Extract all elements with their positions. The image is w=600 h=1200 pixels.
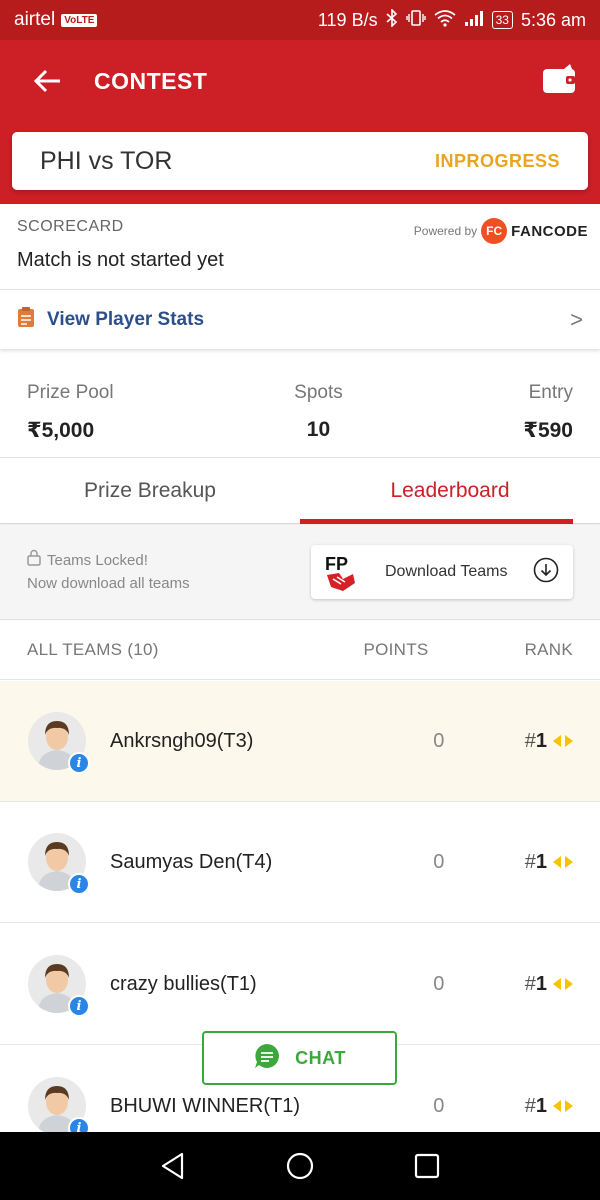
wallet-icon[interactable]: [542, 63, 576, 100]
rank-number: 1: [535, 972, 547, 995]
download-teams-label: Download Teams: [385, 563, 508, 580]
avatar: i: [28, 712, 90, 774]
team-points: 0: [433, 850, 445, 873]
prize-pool-value: ₹5,000: [27, 419, 95, 442]
entry-fee: Entry ₹590: [523, 370, 573, 458]
tab-prize-breakup[interactable]: Prize Breakup: [0, 458, 300, 523]
app-bar: CONTEST: [0, 40, 600, 122]
avatar: i: [28, 955, 90, 1017]
rank-change-icon: [553, 1095, 573, 1118]
vibrate-icon: [405, 9, 426, 32]
info-icon[interactable]: i: [68, 995, 90, 1017]
leaderboard-row[interactable]: i crazy bullies(T1) 0 #1: [0, 924, 600, 1045]
rank-change-icon: [553, 730, 573, 753]
match-card: PHI vs TOR INPROGRESS: [12, 132, 588, 190]
volte-badge: VoLTE: [61, 13, 98, 27]
match-teams: PHI vs TOR: [40, 146, 173, 175]
fp-logo-icon: FP: [325, 553, 357, 591]
team-name: BHUWI WINNER(T1): [110, 1094, 300, 1117]
tab-leaderboard[interactable]: Leaderboard: [300, 458, 600, 524]
bluetooth-icon: [386, 7, 398, 32]
fp-logo-text: FP: [325, 554, 348, 574]
rank-number: 1: [535, 729, 547, 752]
wifi-icon: [434, 9, 456, 32]
fancode-brand: FANCODE: [511, 222, 588, 240]
chat-label: CHAT: [295, 1047, 346, 1068]
chat-button[interactable]: CHAT: [202, 1031, 397, 1085]
entry-label: Entry: [528, 382, 573, 403]
back-arrow-icon[interactable]: [30, 64, 64, 98]
download-teams-button[interactable]: FP Download Teams: [311, 545, 573, 599]
teams-locked-banner: Teams Locked! Now download all teams FP …: [0, 525, 600, 619]
chat-bubble-icon: [253, 1042, 281, 1075]
rank-change-icon: [553, 973, 573, 996]
battery-icon: 33: [491, 11, 513, 29]
rank-change-icon: [553, 851, 573, 874]
view-player-stats-link[interactable]: View Player Stats >: [0, 289, 600, 349]
col-rank: RANK: [524, 639, 573, 659]
scorecard-message: Match is not started yet: [17, 249, 224, 271]
chevron-right-icon: >: [570, 306, 583, 332]
locked-subtitle: Now download all teams: [27, 575, 190, 592]
network-speed: 119 B/s: [317, 9, 378, 30]
prize-pool: Prize Pool ₹5,000: [27, 370, 114, 458]
entry-value: ₹590: [523, 419, 573, 442]
team-name: crazy bullies(T1): [110, 972, 257, 995]
spots: Spots 10: [294, 370, 343, 458]
spots-label: Spots: [294, 382, 343, 403]
carrier-info: airtel VoLTE: [14, 9, 98, 31]
locked-title: Teams Locked!: [47, 552, 148, 569]
locked-info: Teams Locked! Now download all teams: [27, 549, 190, 595]
fancode-logo-icon: FC: [481, 218, 508, 244]
status-bar: airtel VoLTE 119 B/s 33 5:36 am: [0, 0, 600, 40]
rank-number: 1: [535, 1094, 547, 1117]
team-points: 0: [433, 1094, 445, 1117]
rank-hash: #: [524, 850, 536, 873]
col-all-teams: ALL TEAMS (10): [27, 639, 159, 659]
powered-by-label: Powered by: [413, 224, 478, 238]
powered-by: Powered by FC FANCODE: [414, 218, 588, 244]
team-rank: #1: [525, 1095, 573, 1118]
rank-hash: #: [524, 972, 536, 995]
avatar: i: [28, 833, 90, 895]
carrier-name: airtel: [14, 9, 56, 30]
team-rank: #1: [525, 973, 573, 996]
team-points: 0: [433, 972, 445, 995]
team-rank: #1: [525, 730, 573, 753]
page-title: CONTEST: [94, 67, 208, 94]
status-right: 119 B/s 33 5:36 am: [317, 7, 586, 32]
signal-icon: [464, 9, 484, 32]
team-name: Ankrsngh09(T3): [110, 729, 254, 752]
nav-home-icon[interactable]: [278, 1144, 322, 1188]
system-nav-bar: [0, 1132, 600, 1200]
team-rank: #1: [525, 851, 573, 874]
info-icon[interactable]: i: [68, 752, 90, 774]
lock-icon: [27, 549, 41, 573]
status-time: 5:36 am: [520, 9, 586, 30]
team-points: 0: [433, 729, 445, 752]
match-status: INPROGRESS: [434, 150, 560, 171]
player-stats-label: View Player Stats: [47, 308, 205, 330]
download-icon: [533, 557, 559, 588]
rank-number: 1: [535, 850, 547, 873]
tab-bar: Prize Breakup Leaderboard: [0, 458, 600, 524]
leaderboard-row[interactable]: i Ankrsngh09(T3) 0 #1: [0, 681, 600, 802]
col-points: POINTS: [363, 639, 429, 659]
spots-value: 10: [306, 418, 331, 441]
nav-back-icon[interactable]: [151, 1144, 195, 1188]
scorecard-section: SCORECARD Match is not started yet Power…: [0, 204, 600, 288]
rank-hash: #: [524, 1094, 536, 1117]
avatar: i: [28, 1077, 90, 1139]
rank-hash: #: [524, 729, 536, 752]
nav-recents-icon[interactable]: [405, 1144, 449, 1188]
clipboard-icon: [17, 306, 35, 333]
leaderboard-row[interactable]: i Saumyas Den(T4) 0 #1: [0, 802, 600, 923]
info-icon[interactable]: i: [68, 873, 90, 895]
contest-summary: Prize Pool ₹5,000 Spots 10 Entry ₹590: [0, 370, 600, 458]
match-header: PHI vs TOR INPROGRESS: [0, 122, 600, 204]
prize-pool-label: Prize Pool: [27, 382, 114, 403]
leaderboard-header: ALL TEAMS (10) POINTS RANK: [0, 620, 600, 680]
team-name: Saumyas Den(T4): [110, 850, 273, 873]
